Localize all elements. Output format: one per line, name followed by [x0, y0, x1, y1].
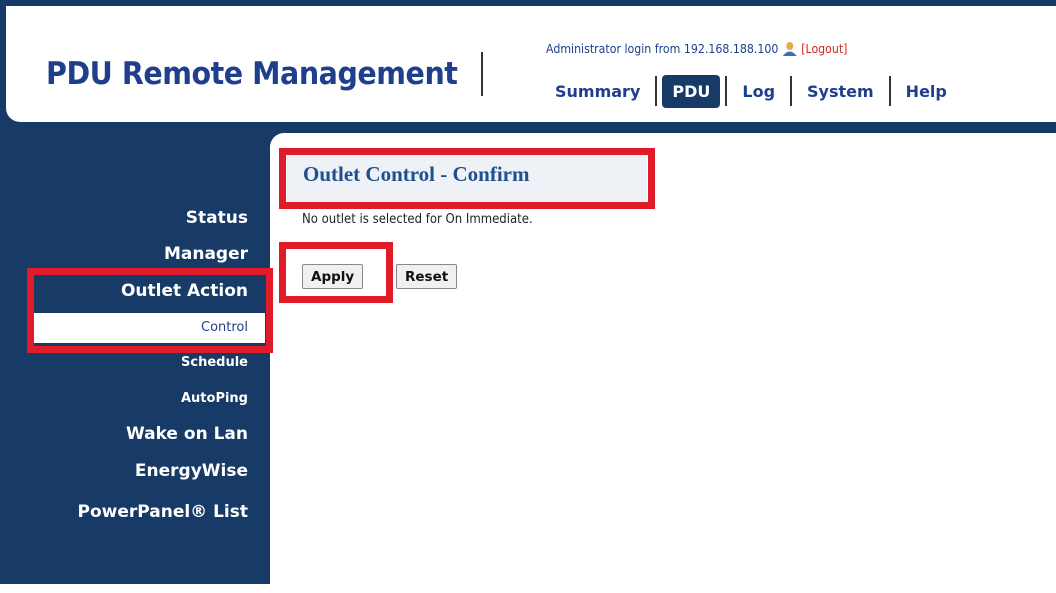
user-icon [782, 41, 798, 56]
title-highlight-box [279, 148, 655, 209]
nav-divider [725, 76, 728, 106]
sidebar-item-autoping[interactable]: AutoPing [181, 391, 248, 406]
sidebar-item-wake-on-lan[interactable]: Wake on Lan [126, 424, 248, 444]
reset-button[interactable]: Reset [396, 264, 458, 289]
nav-help[interactable]: Help [894, 76, 959, 107]
login-info: Administrator login from 192.168.188.100… [546, 41, 847, 56]
nav-system[interactable]: System [795, 76, 886, 107]
apply-highlight-box [279, 242, 393, 303]
login-text: Administrator login from 192.168.188.100 [546, 41, 779, 56]
outlet-action-highlight-box [27, 268, 273, 353]
sidebar-item-powerpanel-list[interactable]: PowerPanel® List [77, 502, 248, 522]
brand-divider [481, 52, 483, 96]
nav-divider [655, 76, 658, 106]
sidebar-item-schedule[interactable]: Schedule [181, 355, 248, 370]
status-message: No outlet is selected for On Immediate. [302, 212, 533, 227]
nav-pdu[interactable]: PDU [662, 74, 721, 108]
logout-link[interactable]: [Logout] [801, 41, 847, 56]
header-bar: PDU Remote Management Administrator logi… [6, 6, 1056, 122]
top-navigation: Summary PDU Log System Help [543, 72, 959, 110]
nav-summary[interactable]: Summary [543, 76, 652, 107]
sidebar-item-status[interactable]: Status [186, 208, 248, 228]
nav-divider [790, 76, 793, 106]
brand-title: PDU Remote Management [46, 56, 458, 92]
sidebar-item-energywise[interactable]: EnergyWise [135, 461, 248, 481]
nav-divider [888, 76, 891, 106]
nav-log[interactable]: Log [730, 76, 787, 107]
sidebar-item-manager[interactable]: Manager [164, 244, 248, 264]
